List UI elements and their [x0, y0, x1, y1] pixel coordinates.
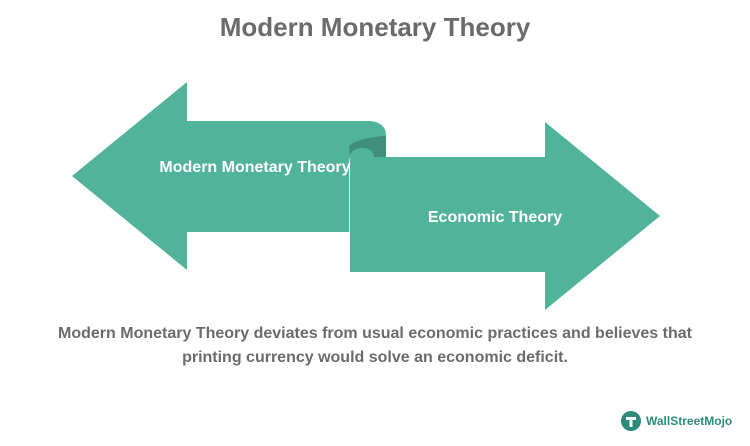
right-arrow-label: Economic Theory [427, 209, 563, 226]
double-arrow-graphic [72, 82, 660, 310]
caption-text: Modern Monetary Theory deviates from usu… [58, 325, 692, 366]
logo-icon [621, 411, 641, 431]
left-arrow-label: Modern Monetary Theory [159, 159, 351, 176]
wallstreetmojo-logo: WallStreetMojo [620, 410, 732, 432]
logo-text: WallStreetMojo [646, 414, 733, 428]
